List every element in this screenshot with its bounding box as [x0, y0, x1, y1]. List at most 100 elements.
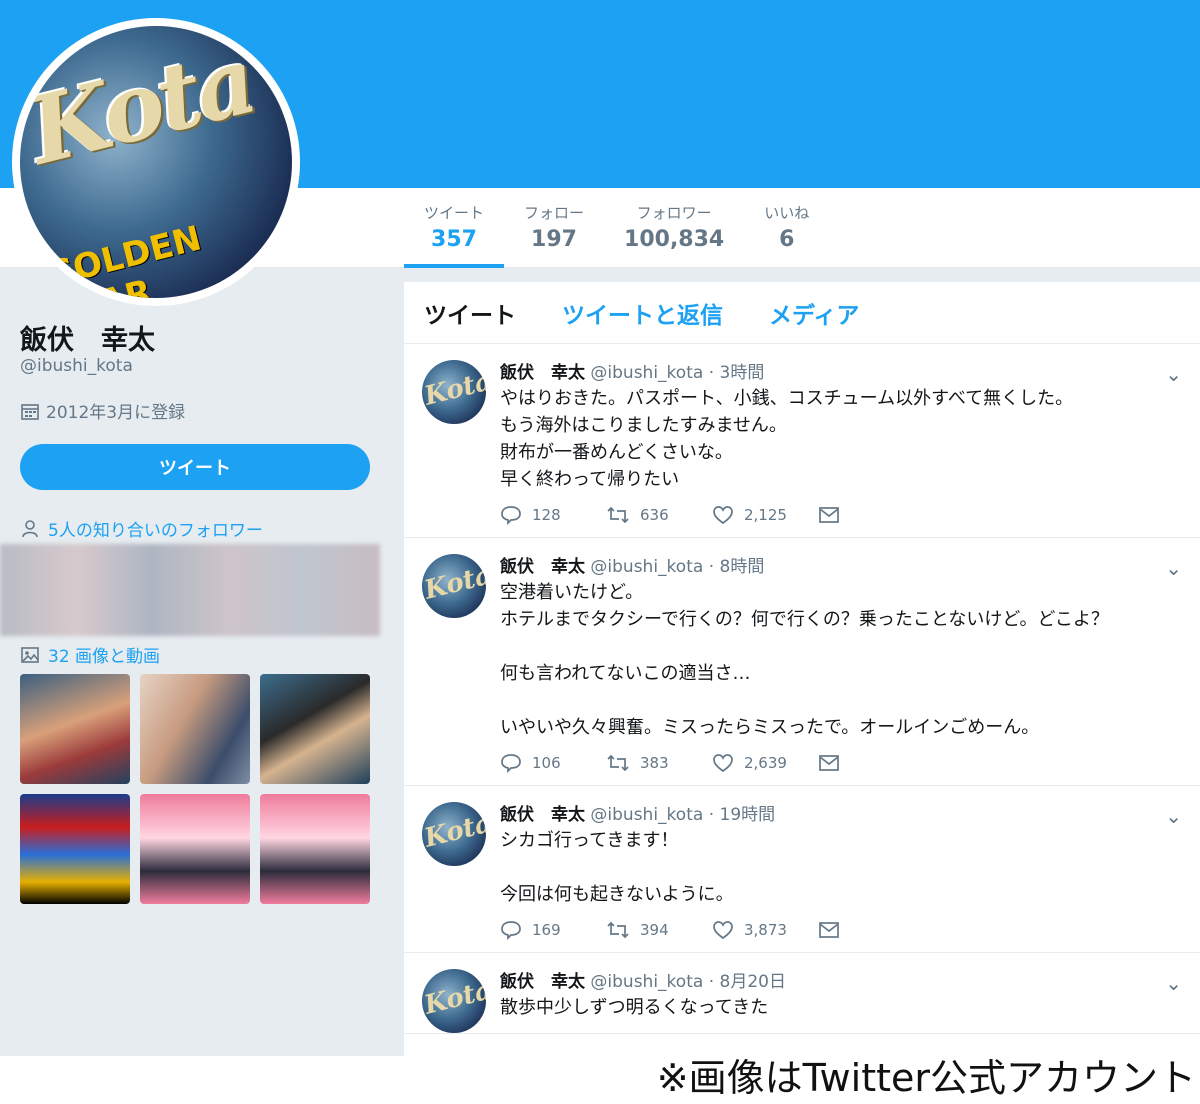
heart-icon [713, 506, 733, 525]
retweet-count: 394 [640, 921, 669, 939]
tweet-item[interactable]: Kota 飯伏 幸太 @ibushi_kota · 8時間 ⌄ 空港着いたけど。… [404, 538, 1200, 786]
media-thumbnail[interactable] [260, 674, 370, 784]
profile-avatar[interactable]: Kota GOLDEN STAR [12, 18, 300, 306]
retweet-count: 383 [640, 754, 669, 772]
tweet-header: 飯伏 幸太 @ibushi_kota · 3時間 [500, 358, 1180, 383]
tweet-text: 空港着いたけど。 ホテルまでタクシーで行くの？何で行くの？乗ったことないけど。ど… [500, 582, 1109, 738]
stat-label: いいね [764, 204, 810, 222]
envelope-icon [819, 507, 839, 523]
tweet-author-handle[interactable]: @ibushi_kota [590, 805, 703, 825]
image-credit-caption: ※画像はTwitter公式アカウント [656, 1056, 1196, 1100]
reply-icon [501, 506, 521, 525]
heart-icon [713, 921, 733, 940]
main-column: ツイート ツイートと返信 メディア Kota 飯伏 幸太 @ibushi_kot… [404, 268, 1200, 1056]
profile-name[interactable]: 飯伏 幸太 [20, 318, 155, 357]
like-count: 2,125 [744, 506, 787, 524]
media-thumbnail[interactable] [260, 794, 370, 904]
person-icon [22, 519, 38, 537]
reply-button[interactable]: 169 [500, 920, 606, 940]
followers-you-know-text: 5人の知り合いのフォロワー [48, 521, 263, 541]
media-thumbnail[interactable] [140, 794, 250, 904]
tweet-text: 散歩中少しずつ明るくなってきた [500, 997, 769, 1018]
tweet-time[interactable]: 8月20日 [720, 972, 786, 992]
stat-likes[interactable]: いいね 6 [744, 188, 829, 268]
like-button[interactable]: 3,873 [712, 920, 818, 940]
tweet-header: 飯伏 幸太 @ibushi_kota · 19時間 [500, 800, 1180, 825]
stat-followers[interactable]: フォロワー 100,834 [604, 188, 744, 268]
tab-media[interactable]: メディア [769, 296, 859, 330]
direct-message-button[interactable] [818, 505, 924, 525]
tweet-avatar[interactable]: Kota [422, 360, 486, 424]
reply-count: 169 [532, 921, 561, 939]
image-icon [21, 646, 39, 663]
reply-count: 106 [532, 754, 561, 772]
blurred-followers-avatars [0, 544, 380, 636]
tweet-avatar[interactable]: Kota [422, 802, 486, 866]
tweet-time[interactable]: 3時間 [720, 363, 765, 383]
tweet-author-name[interactable]: 飯伏 幸太 [500, 557, 585, 577]
stat-label: ツイート [424, 204, 485, 222]
direct-message-button[interactable] [818, 920, 924, 940]
chevron-down-icon[interactable]: ⌄ [1165, 971, 1182, 995]
stat-value: 357 [431, 227, 477, 252]
tweet-author-name[interactable]: 飯伏 幸太 [500, 805, 585, 825]
tweet-text: やはりおきた。パスポート、小銭、コスチューム以外すべて無くした。 もう海外はこり… [500, 388, 1074, 490]
tweet-time[interactable]: 19時間 [720, 805, 776, 825]
direct-message-button[interactable] [818, 753, 924, 773]
tweet-author-name[interactable]: 飯伏 幸太 [500, 363, 585, 383]
tweet-time[interactable]: 8時間 [720, 557, 765, 577]
retweet-icon [607, 506, 629, 524]
timeline-tabs: ツイート ツイートと返信 メディア [404, 282, 1200, 344]
stat-label: フォロー [524, 204, 585, 222]
profile-handle[interactable]: @ibushi_kota [20, 356, 133, 376]
envelope-icon [819, 922, 839, 938]
like-count: 3,873 [744, 921, 787, 939]
tweet-actions: 128 636 2,125 [500, 505, 1180, 525]
tweet-item[interactable]: Kota 飯伏 幸太 @ibushi_kota · 3時間 ⌄ やはりおきた。パ… [404, 344, 1200, 538]
media-thumbnail[interactable] [20, 794, 130, 904]
tweet-separator: · [708, 805, 715, 825]
chevron-down-icon[interactable]: ⌄ [1165, 804, 1182, 828]
tweet-item[interactable]: Kota 飯伏 幸太 @ibushi_kota · 19時間 ⌄ シカゴ行ってき… [404, 786, 1200, 953]
tweet-avatar[interactable]: Kota [422, 554, 486, 618]
joined-date: 2012年3月に登録 [20, 398, 185, 423]
tweet-item[interactable]: Kota 飯伏 幸太 @ibushi_kota · 8月20日 ⌄ 散歩中少しず… [404, 953, 1200, 1034]
followers-you-know-link[interactable]: 5人の知り合いのフォロワー [20, 516, 263, 541]
retweet-button[interactable]: 394 [606, 920, 712, 940]
tweet-separator: · [708, 972, 715, 992]
tab-tweets[interactable]: ツイート [424, 296, 516, 330]
stat-label: フォロワー [636, 204, 712, 222]
avatar-logo-text: Kota [20, 26, 264, 186]
tab-tweets-and-replies[interactable]: ツイートと返信 [562, 296, 723, 330]
retweet-icon [607, 754, 629, 772]
retweet-button[interactable]: 383 [606, 753, 712, 773]
reply-icon [501, 921, 521, 940]
like-button[interactable]: 2,125 [712, 505, 818, 525]
stat-tweets[interactable]: ツイート 357 [404, 188, 505, 268]
tweet-actions: 169 394 3,873 [500, 920, 1180, 940]
tweet-author-handle[interactable]: @ibushi_kota [590, 972, 703, 992]
retweet-button[interactable]: 636 [606, 505, 712, 525]
tweet-author-handle[interactable]: @ibushi_kota [590, 557, 703, 577]
reply-button[interactable]: 106 [500, 753, 606, 773]
joined-text: 2012年3月に登録 [46, 403, 186, 423]
tweet-separator: · [708, 557, 715, 577]
reply-button[interactable]: 128 [500, 505, 606, 525]
tweet-author-name[interactable]: 飯伏 幸太 [500, 972, 585, 992]
stat-following[interactable]: フォロー 197 [504, 188, 604, 268]
retweet-icon [607, 921, 629, 939]
chevron-down-icon[interactable]: ⌄ [1165, 362, 1182, 386]
like-button[interactable]: 2,639 [712, 753, 818, 773]
chevron-down-icon[interactable]: ⌄ [1165, 556, 1182, 580]
tweet-header: 飯伏 幸太 @ibushi_kota · 8時間 [500, 552, 1180, 577]
profile-stats: ツイート 357 フォロー 197 フォロワー 100,834 いいね 6 [404, 188, 829, 268]
tweet-to-button[interactable]: ツイート [20, 444, 370, 490]
tweet-author-handle[interactable]: @ibushi_kota [590, 363, 703, 383]
media-thumbnail[interactable] [20, 674, 130, 784]
stat-value: 6 [779, 227, 795, 252]
photos-videos-link[interactable]: 32 画像と動画 [20, 642, 160, 667]
stat-value: 197 [531, 227, 577, 252]
photos-videos-text: 32 画像と動画 [48, 647, 161, 667]
media-thumbnail[interactable] [140, 674, 250, 784]
tweet-avatar[interactable]: Kota [422, 969, 486, 1033]
